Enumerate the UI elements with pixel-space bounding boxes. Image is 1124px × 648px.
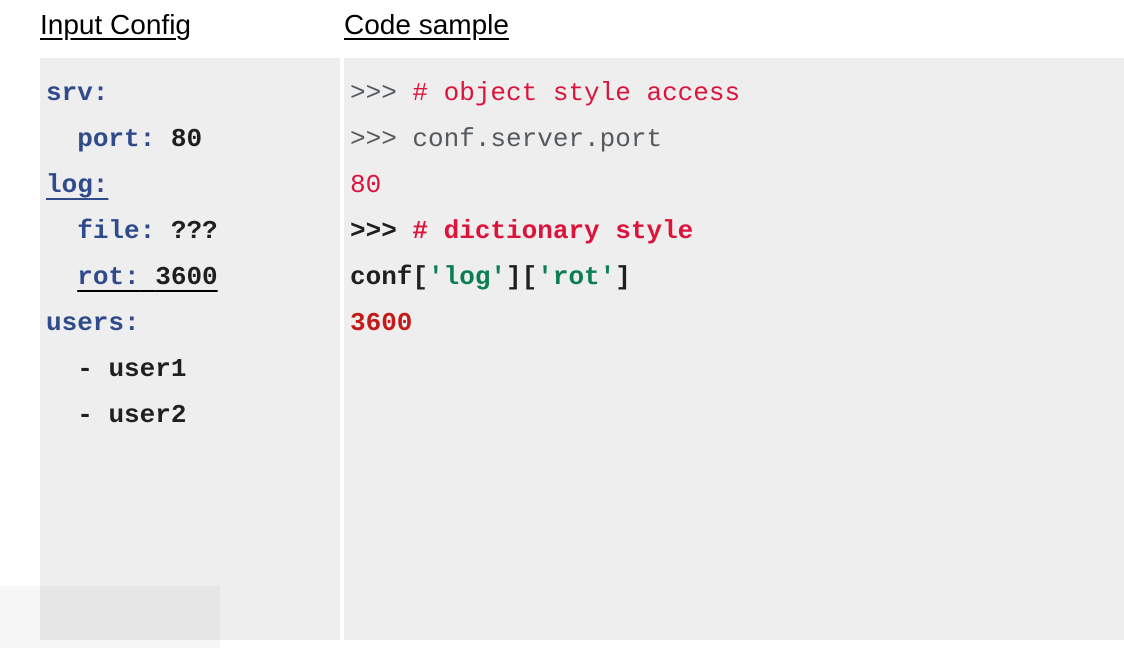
col-input-config: Input Config srv: port: 80 log: file: ??… — [40, 0, 340, 648]
expr-a: conf[ — [350, 262, 428, 292]
val-file: ??? — [171, 216, 218, 246]
comment-2: # dictionary style — [412, 216, 693, 246]
expr-d: 'rot' — [537, 262, 615, 292]
bottom-left-shadow — [0, 586, 220, 648]
line-2: conf.server.port — [412, 124, 662, 154]
key-port: port: — [77, 124, 155, 154]
user-dash-1: - — [77, 354, 108, 384]
expr-b: 'log' — [428, 262, 506, 292]
output-1: 80 — [350, 170, 381, 200]
code-sample-block: >>> # object style access >>> conf.serve… — [344, 58, 1124, 640]
col-code-sample: Code sample >>> # object style access >>… — [344, 0, 1084, 648]
user1: user1 — [108, 354, 186, 384]
heading-input-config: Input Config — [40, 8, 340, 42]
key-users: users: — [46, 308, 140, 338]
key-rot: rot: — [77, 262, 139, 292]
key-log: log: — [46, 170, 108, 200]
user2: user2 — [108, 400, 186, 430]
val-port: 80 — [171, 124, 202, 154]
key-srv: srv: — [46, 78, 108, 108]
heading-code-sample: Code sample — [344, 8, 1084, 42]
output-2: 3600 — [350, 308, 412, 338]
expr-c: ][ — [506, 262, 537, 292]
expr-e: ] — [615, 262, 631, 292]
prompt-3: >>> — [350, 216, 412, 246]
key-file: file: — [77, 216, 155, 246]
prompt-2: >>> — [350, 124, 412, 154]
prompt-1: >>> — [350, 78, 412, 108]
user-dash-2: - — [77, 400, 108, 430]
comment-1: # object style access — [412, 78, 740, 108]
input-config-block: srv: port: 80 log: file: ??? rot: 3600 u… — [40, 58, 340, 640]
page: Input Config srv: port: 80 log: file: ??… — [0, 0, 1124, 648]
val-rot: 3600 — [155, 262, 217, 292]
